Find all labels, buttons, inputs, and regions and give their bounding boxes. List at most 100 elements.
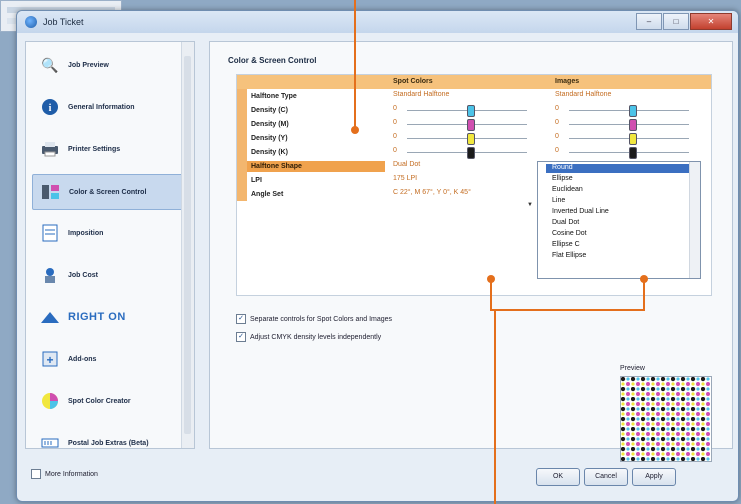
spot-lpi[interactable]: 175 LPI xyxy=(393,175,417,182)
settings-table: Spot Colors Images Halftone Type Density… xyxy=(236,74,712,296)
images-density-y-value: 0 xyxy=(555,133,559,140)
title-bar[interactable]: Job Ticket – □ ✕ xyxy=(17,11,738,33)
sidebar: 🔍 Job Preview i General Information Prin… xyxy=(25,41,195,449)
app-icon xyxy=(25,16,37,28)
addons-icon: + xyxy=(40,349,60,369)
images-density-y-knob[interactable] xyxy=(629,133,637,145)
sidebar-item-label: RIGHT ON xyxy=(68,311,126,323)
row-label-lpi: LPI xyxy=(251,177,262,184)
images-density-k-knob[interactable] xyxy=(629,147,637,159)
sidebar-item-label: Add-ons xyxy=(68,355,97,363)
sidebar-item-label: Color & Screen Control xyxy=(69,188,147,196)
separate-controls-checkbox[interactable]: ✓ xyxy=(236,314,246,324)
callout-dot xyxy=(351,126,359,134)
postal-icon xyxy=(40,433,60,448)
minimize-button[interactable]: – xyxy=(636,13,662,30)
row-label-angle-set: Angle Set xyxy=(251,191,284,198)
row-label-density-k: Density (K) xyxy=(251,149,288,156)
scrollbar-thumb[interactable] xyxy=(184,56,191,434)
sidebar-item-label: Printer Settings xyxy=(68,145,121,153)
row-label-halftone-shape[interactable]: Halftone Shape xyxy=(247,161,385,172)
separate-controls-checkbox-row[interactable]: ✓ Separate controls for Spot Colors and … xyxy=(236,314,392,324)
ok-button[interactable]: OK xyxy=(536,468,580,486)
main-panel: Color & Screen Control Spot Colors Image… xyxy=(209,41,733,462)
sidebar-item-postal-job-extras[interactable]: Postal Job Extras (Beta) xyxy=(32,426,190,448)
sidebar-item-label: General Information xyxy=(68,103,135,111)
dropdown-option[interactable]: Dual Dot xyxy=(552,219,579,228)
dropdown-option[interactable]: Euclidean xyxy=(552,186,583,195)
callout-line xyxy=(354,0,356,130)
color-screen-icon xyxy=(41,182,61,202)
dropdown-option[interactable]: Cosine Dot xyxy=(552,230,587,239)
column-header-images: Images xyxy=(549,75,711,89)
more-information-checkbox[interactable] xyxy=(31,469,41,479)
sidebar-item-general-information[interactable]: i General Information xyxy=(32,90,190,124)
close-button[interactable]: ✕ xyxy=(690,13,732,30)
table-header-blank xyxy=(237,75,387,89)
callout-line xyxy=(490,280,492,310)
images-density-m-value: 0 xyxy=(555,119,559,126)
sidebar-item-printer-settings[interactable]: Printer Settings xyxy=(32,132,190,166)
dropdown-scrollbar[interactable] xyxy=(689,162,700,278)
dropdown-arrow-icon[interactable]: ▼ xyxy=(527,202,533,208)
maximize-button[interactable]: □ xyxy=(663,13,689,30)
spot-density-k-value: 0 xyxy=(393,147,397,154)
info-icon: i xyxy=(40,97,60,117)
dropdown-option[interactable]: Flat Ellipse xyxy=(552,252,586,261)
dropdown-option[interactable]: Ellipse xyxy=(552,175,573,184)
spot-density-k-knob[interactable] xyxy=(467,147,475,159)
callout-line xyxy=(494,310,496,504)
images-density-c-value: 0 xyxy=(555,105,559,112)
adjust-cmyk-checkbox-row[interactable]: ✓ Adjust CMYK density levels independent… xyxy=(236,332,381,342)
spot-density-m-value: 0 xyxy=(393,119,397,126)
row-label-density-y: Density (Y) xyxy=(251,135,288,142)
spot-density-m-knob[interactable] xyxy=(467,119,475,131)
sidebar-item-label: Job Cost xyxy=(68,271,98,279)
svg-text:+: + xyxy=(46,353,53,367)
cancel-button[interactable]: Cancel xyxy=(584,468,628,486)
imposition-icon xyxy=(40,223,60,243)
spot-halftone-type[interactable]: Standard Halftone xyxy=(393,91,449,98)
preview-label: Preview xyxy=(620,365,645,372)
spot-density-y-value: 0 xyxy=(393,133,397,140)
dropdown-option[interactable]: Inverted Dual Line xyxy=(552,208,609,217)
sidebar-item-label: Imposition xyxy=(68,229,104,237)
sidebar-item-add-ons[interactable]: + Add-ons xyxy=(32,342,190,376)
checkbox-label: Adjust CMYK density levels independently xyxy=(250,333,382,341)
svg-text:i: i xyxy=(49,103,52,114)
window-controls: – □ ✕ xyxy=(636,13,732,30)
sidebar-item-job-preview[interactable]: 🔍 Job Preview xyxy=(32,48,190,82)
dropdown-option[interactable]: Ellipse C xyxy=(552,241,580,250)
sidebar-item-imposition[interactable]: Imposition xyxy=(32,216,190,250)
dialog-footer: More Information OK Cancel Apply xyxy=(17,449,738,501)
spot-density-c-knob[interactable] xyxy=(467,105,475,117)
sidebar-item-righton[interactable]: RIGHT ON xyxy=(32,300,190,334)
sidebar-item-spot-color-creator[interactable]: Spot Color Creator xyxy=(32,384,190,418)
dropdown-option-round[interactable]: Round xyxy=(546,164,700,173)
adjust-cmyk-checkbox[interactable]: ✓ xyxy=(236,332,246,342)
magnifier-icon: 🔍 xyxy=(41,56,59,73)
spot-halftone-shape[interactable]: Dual Dot xyxy=(393,161,420,168)
column-header-spot-colors: Spot Colors xyxy=(387,75,549,89)
images-density-c-knob[interactable] xyxy=(629,105,637,117)
sidebar-item-label: Job Preview xyxy=(68,61,109,69)
spot-density-y-knob[interactable] xyxy=(467,133,475,145)
sidebar-item-color-screen-control[interactable]: Color & Screen Control xyxy=(32,174,192,210)
spot-angle-set[interactable]: C 22°, M 67°, Y 0°, K 45° xyxy=(393,189,471,196)
sidebar-item-job-cost[interactable]: Job Cost xyxy=(32,258,190,292)
row-label-density-m: Density (M) xyxy=(251,121,289,128)
apply-button[interactable]: Apply xyxy=(632,468,676,486)
more-information-row[interactable]: More Information xyxy=(31,469,98,479)
row-marker-strip xyxy=(237,89,247,201)
images-density-k-value: 0 xyxy=(555,147,559,154)
righton-logo-icon xyxy=(40,307,60,327)
row-label-density-c: Density (C) xyxy=(251,107,288,114)
sidebar-scrollbar[interactable] xyxy=(181,42,194,448)
images-halftone-type[interactable]: Standard Halftone xyxy=(555,91,611,98)
images-density-m-knob[interactable] xyxy=(629,119,637,131)
section-title: Color & Screen Control xyxy=(228,56,317,65)
halftone-shape-dropdown[interactable]: Round Ellipse Euclidean Line Inverted Du… xyxy=(537,161,701,279)
dropdown-option[interactable]: Line xyxy=(552,197,565,206)
more-information-label: More Information xyxy=(45,470,98,478)
sidebar-item-label: Postal Job Extras (Beta) xyxy=(68,439,149,447)
